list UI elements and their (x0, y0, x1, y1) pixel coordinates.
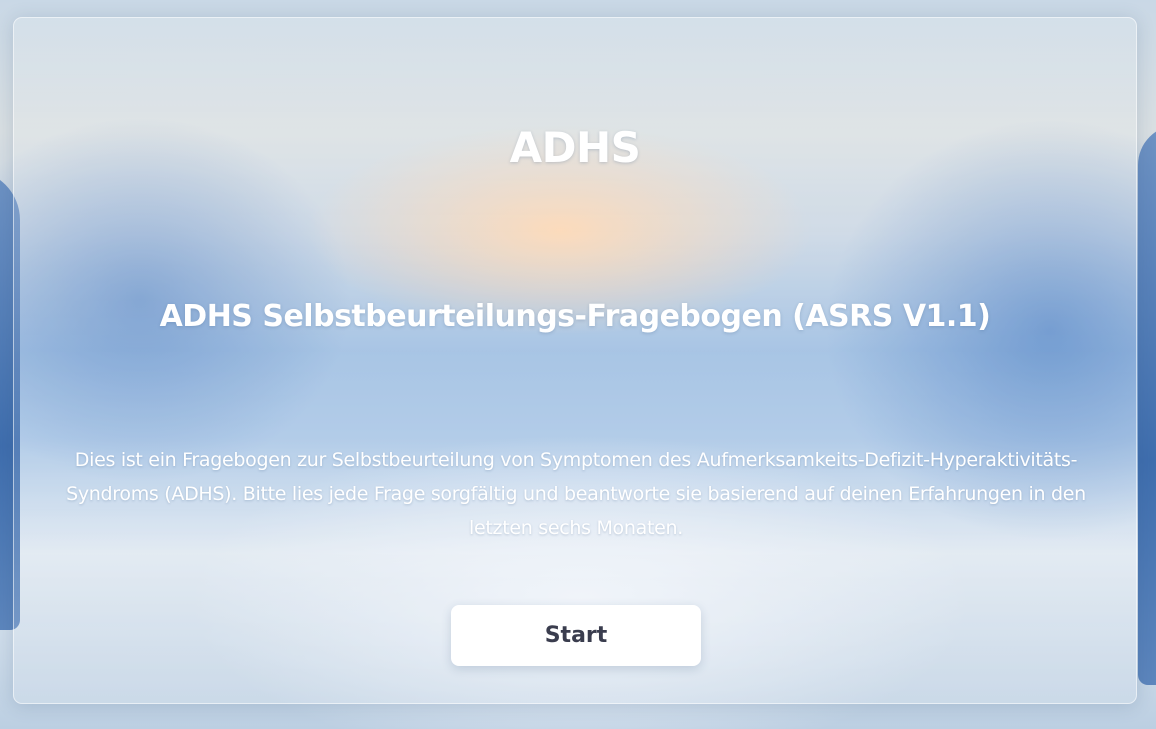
intro-description: Dies ist ein Fragebogen zur Selbstbeurte… (66, 449, 1086, 539)
start-button[interactable]: Start (451, 605, 701, 666)
page-title: ADHS (509, 123, 641, 173)
questionnaire-subtitle: ADHS Selbstbeurteilungs-Fragebogen (ASRS… (159, 298, 991, 334)
intro-card: ADHS ADHS Selbstbeurteilungs-Fragebogen … (13, 17, 1137, 704)
mountain-right-decoration (1138, 125, 1156, 685)
